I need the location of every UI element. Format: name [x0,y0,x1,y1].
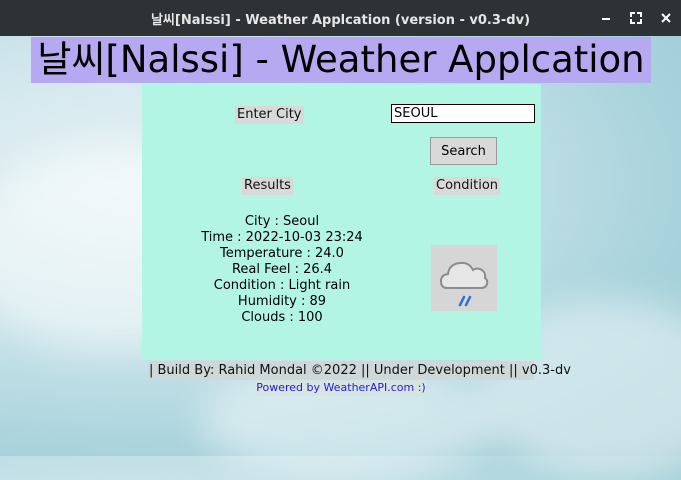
window-title-bar: 날씨[Nalssi] - Weather Applcation (version… [0,0,681,36]
results-header: Results [242,177,293,195]
maximize-icon[interactable] [629,11,643,25]
light-rain-cloud-icon [431,245,497,311]
close-icon[interactable] [659,11,673,25]
result-clouds: Clouds : 100 [241,310,323,325]
result-real-feel: Real Feel : 26.4 [231,262,333,277]
condition-header: Condition [434,177,501,195]
result-condition: Condition : Light rain [213,278,351,293]
result-time: Time : 2022-10-03 23:24 [201,230,363,245]
city-input[interactable] [391,104,535,123]
main-panel: Enter City Search Results Condition City… [142,84,541,360]
results-list: City : Seoul Time : 2022-10-03 23:24 Tem… [182,214,382,326]
powered-by-link[interactable]: Powered by WeatherAPI.com :) [256,380,426,396]
footer-build-info: | Build By: Rahid Mondal ©2022 || Under … [149,361,571,380]
app-heading: 날씨[Nalssi] - Weather Applcation [31,37,651,83]
result-temperature: Temperature : 24.0 [220,246,344,261]
result-humidity: Humidity : 89 [237,294,327,309]
city-label: Enter City [235,106,304,124]
search-button[interactable]: Search [430,137,497,165]
window-title: 날씨[Nalssi] - Weather Applcation (version… [150,12,531,28]
minimize-icon[interactable] [599,11,613,25]
result-city: City : Seoul [244,214,320,229]
